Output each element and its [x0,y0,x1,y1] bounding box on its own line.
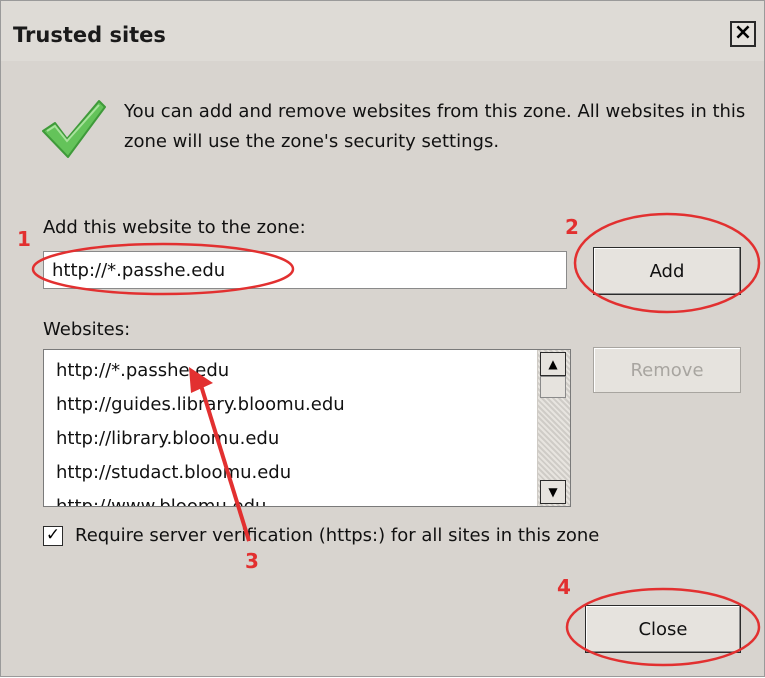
annotation-circle-1 [31,242,295,296]
annotation-circle-4 [565,587,761,667]
annotation-circle-2 [573,212,761,314]
trusted-sites-dialog: Trusted sites × You can add and remove w… [0,0,765,677]
annotation-arrow-shaft [197,378,251,542]
annotation-overlay [31,212,761,667]
annotation-number-1: 1 [17,227,31,251]
annotation-number-2: 2 [565,215,579,239]
annotation-number-3: 3 [245,549,259,573]
annotation-number-4: 4 [557,575,571,599]
